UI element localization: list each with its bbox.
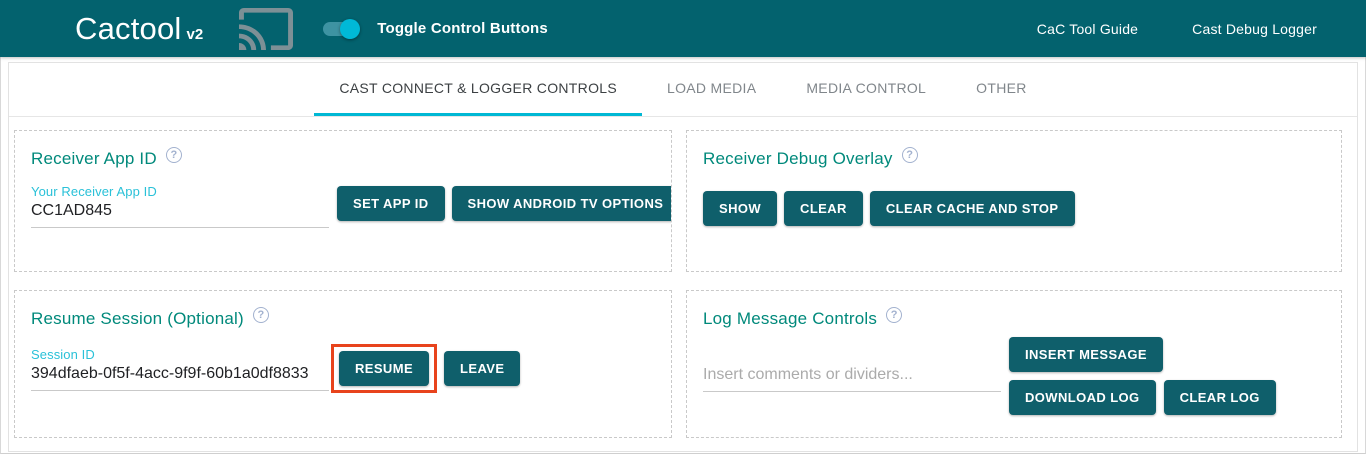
tab-other[interactable]: OTHER <box>951 63 1052 116</box>
link-cac-tool-guide[interactable]: CaC Tool Guide <box>1037 21 1138 37</box>
panel-title: Resume Session (Optional) <box>31 309 244 329</box>
clear-cache-and-stop-button[interactable]: CLEAR CACHE AND STOP <box>870 191 1075 226</box>
app-version: v2 <box>187 26 204 47</box>
clear-overlay-button[interactable]: CLEAR <box>784 191 863 226</box>
help-icon[interactable]: ? <box>902 147 918 163</box>
toggle-label: Toggle Control Buttons <box>377 20 548 37</box>
session-id-input[interactable] <box>31 362 329 391</box>
panel-resume-session: Resume Session (Optional) ? Session ID R… <box>14 290 672 438</box>
app-title-text: Cactool <box>75 11 182 47</box>
tab-cast-connect-logger-controls[interactable]: CAST CONNECT & LOGGER CONTROLS <box>314 63 642 116</box>
app-title: Cactool v2 <box>75 11 203 47</box>
panel-receiver-debug-overlay: Receiver Debug Overlay ? SHOW CLEAR CLEA… <box>686 130 1342 272</box>
receiver-app-id-input[interactable] <box>31 199 329 228</box>
log-message-input[interactable] <box>703 363 1001 392</box>
tab-load-media[interactable]: LOAD MEDIA <box>642 63 781 116</box>
resume-button[interactable]: RESUME <box>339 351 429 386</box>
show-android-tv-options-button[interactable]: SHOW ANDROID TV OPTIONS <box>452 186 672 221</box>
content-card: CAST CONNECT & LOGGER CONTROLS LOAD MEDI… <box>8 62 1358 452</box>
app-header: Cactool v2 Toggle Control Buttons CaC To… <box>0 0 1366 57</box>
tab-media-control[interactable]: MEDIA CONTROL <box>781 63 951 116</box>
page-frame: CAST CONNECT & LOGGER CONTROLS LOAD MEDI… <box>0 57 1366 454</box>
session-id-field: Session ID <box>31 347 329 391</box>
help-icon[interactable]: ? <box>253 307 269 323</box>
panel-title: Log Message Controls <box>703 309 877 329</box>
receiver-app-id-field: Your Receiver App ID <box>31 184 329 228</box>
clear-log-button[interactable]: CLEAR LOG <box>1164 380 1276 415</box>
link-cast-debug-logger[interactable]: Cast Debug Logger <box>1192 21 1317 37</box>
control-buttons-toggle[interactable] <box>323 19 360 39</box>
download-log-button[interactable]: DOWNLOAD LOG <box>1009 380 1156 415</box>
leave-button[interactable]: LEAVE <box>444 351 520 386</box>
toggle-thumb <box>340 19 360 39</box>
insert-message-button[interactable]: INSERT MESSAGE <box>1009 337 1163 372</box>
cast-icon <box>239 8 293 50</box>
field-label: Your Receiver App ID <box>31 184 329 199</box>
panel-receiver-app-id: Receiver App ID ? Your Receiver App ID S… <box>14 130 672 272</box>
tab-bar: CAST CONNECT & LOGGER CONTROLS LOAD MEDI… <box>9 63 1357 117</box>
resume-button-highlight: RESUME <box>331 344 437 393</box>
show-overlay-button[interactable]: SHOW <box>703 191 777 226</box>
panel-title: Receiver App ID <box>31 149 157 169</box>
log-message-field <box>703 363 1001 392</box>
panel-title: Receiver Debug Overlay <box>703 149 893 169</box>
header-nav: CaC Tool Guide Cast Debug Logger <box>1037 21 1317 37</box>
help-icon[interactable]: ? <box>166 147 182 163</box>
set-app-id-button[interactable]: SET APP ID <box>337 186 445 221</box>
panels-grid: Receiver App ID ? Your Receiver App ID S… <box>9 117 1357 438</box>
field-label: Session ID <box>31 347 329 362</box>
panel-log-message-controls: Log Message Controls ? INSERT MESSAGE DO… <box>686 290 1342 438</box>
help-icon[interactable]: ? <box>886 307 902 323</box>
